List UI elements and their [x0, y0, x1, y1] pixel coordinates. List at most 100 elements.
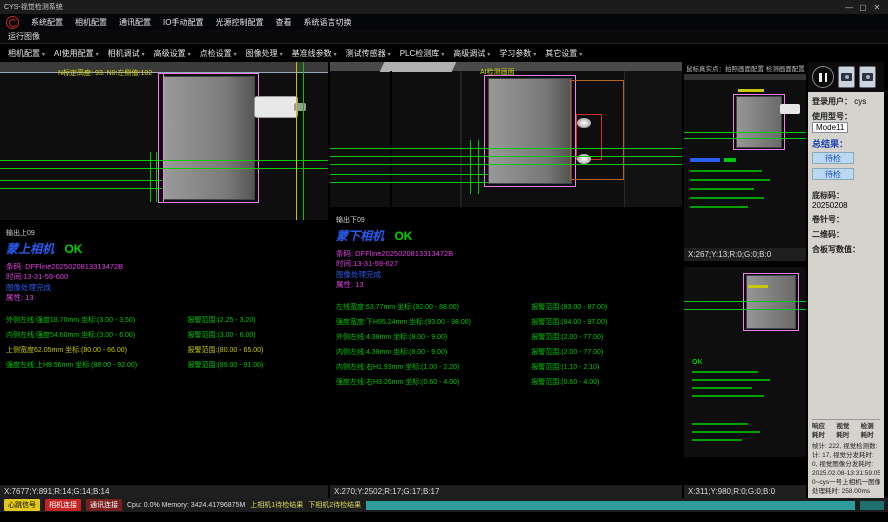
tool-camera-config[interactable]: 相机配置 [8, 48, 45, 59]
measurement-row: 上侧宽度62.05mm 坐标:(80.00 - 66.00) 报警范围:(80.… [6, 343, 322, 358]
maximize-button[interactable]: ▢ [856, 3, 870, 12]
status-bar: 心跳信号 相机连接 通讯连接 Cpu: 0.0% Memory: 3424.41… [0, 498, 888, 512]
thumbnail-column: 鼠标真实点：拍照画面配置 检测画面配置 X:267;Y:13;R:0;G:0;B… [684, 62, 808, 498]
green-measure-line [684, 301, 806, 302]
tool-other-settings[interactable]: 其它设置 [545, 48, 582, 59]
tool-ai-use-config[interactable]: AI使用配置 [54, 48, 99, 59]
board-write-label: 合板写数值： [812, 245, 860, 254]
tool-learn-params[interactable]: 学习参数 [499, 48, 536, 59]
coord-text: X:270;Y:2502;R:17;G:17;B:17 [334, 487, 439, 496]
thumbnail-view-2[interactable]: OK [684, 267, 806, 457]
tool-advanced-settings[interactable]: 高级设置 [154, 48, 191, 59]
capture-camera-button[interactable] [838, 66, 855, 88]
measurement-text: 内侧左线:右H1.93mm 坐标:(1.00 - 2.20) [336, 360, 531, 375]
tool-test-sensor[interactable]: 测试传感器 [346, 48, 391, 59]
measurement-text: 强度左线:上H9.56mm 坐标:(88.00 - 92.00) [6, 358, 188, 373]
green-microtext-line [690, 188, 754, 190]
lower-camera-info: 输出下09 蒙下相机 OK 条码: DFFline202502081331347… [330, 207, 682, 485]
right-overlay-text: AI检测画面 [480, 67, 515, 77]
green-microtext-line [690, 179, 770, 181]
tool-advanced-debug[interactable]: 高级调试 [453, 48, 490, 59]
stats-tab-response[interactable]: 响应耗时 [812, 422, 831, 440]
yellow-overlay-microtext [748, 285, 768, 288]
main-area: N标定高度: 93. N0:左侧值:102 输出上09 蒙上相机 OK 条码: … [0, 62, 888, 498]
lower-camera-view: AI检测画面 输出下09 蒙下相机 OK 条码: DFFline20250208… [330, 62, 684, 498]
measurement-row: 强度左线:右H3.26mm 坐标:(0.60 - 4.00) 报警范围:(0.6… [336, 375, 676, 390]
menu-bar: 系统配置 相机配置 通讯配置 IO手动配置 光源控制配置 查看 系统语言切换 [0, 14, 888, 30]
tool-baseline-params[interactable]: 基准线参数 [292, 48, 337, 59]
green-microtext-line [690, 206, 748, 208]
dark-structure [624, 71, 682, 207]
camera-icon [862, 73, 873, 81]
green-measure-line [684, 309, 806, 310]
bottom-code-field: 底标码： 20250208 [812, 190, 880, 210]
upper-camera-image[interactable]: N标定高度: 93. N0:左侧值:102 [0, 62, 328, 220]
qr-code-field: 二维码： [812, 229, 880, 240]
tool-camera-debug[interactable]: 相机调试 [108, 48, 145, 59]
menu-system-config[interactable]: 系统配置 [31, 17, 63, 28]
barcode-text: 条码: DFFline2025020813313472B [6, 262, 322, 272]
stats-tab-detect[interactable]: 检测耗时 [861, 422, 880, 440]
white-connector [254, 96, 298, 118]
menu-light-control-config[interactable]: 光源控制配置 [215, 17, 263, 28]
measurement-text: 强度左线:右H3.26mm 坐标:(0.60 - 4.00) [336, 375, 531, 390]
close-button[interactable]: ✕ [870, 3, 884, 12]
tool-spotcheck-settings[interactable]: 点检设置 [200, 48, 237, 59]
login-user-value: cys [854, 97, 866, 106]
mouse-point-header: 鼠标真实点：拍照画面配置 检测画面配置 [684, 62, 806, 74]
result-ok-text: OK [64, 242, 82, 256]
camera-result-line: 蒙上相机 OK [6, 240, 322, 258]
model-value-box[interactable]: Mode11 [812, 122, 848, 133]
menu-io-manual-config[interactable]: IO手动配置 [163, 17, 203, 28]
menu-language-switch[interactable]: 系统语言切换 [303, 17, 351, 28]
cpu-memory-text: Cpu: 0.0% Memory: 3424.41796875M [127, 502, 245, 509]
green-microtext-line [690, 197, 764, 199]
time-text: 时间:13-31-59-627 [336, 259, 676, 269]
login-user-label: 登录用户： [812, 97, 852, 106]
measurement-row: 内侧左线:4.38mm 坐标:(8.00 - 9.00) 报警范围:(2.00 … [336, 345, 676, 360]
green-measure-line [0, 188, 162, 189]
stats-panel: 响应耗时 视觉耗时 检测耗时 帧计: 222, 视觉检测数: 计: 17, 视觉… [812, 419, 880, 496]
alarm-range-text: 报警范围:(2.00 - 77.00) [531, 345, 676, 360]
tab-run-image[interactable]: 运行图像 [8, 31, 40, 42]
stats-tab-vision[interactable]: 视觉耗时 [836, 422, 855, 440]
minimize-button[interactable]: — [842, 3, 856, 12]
pin-number-field: 卷针号： [812, 214, 880, 225]
green-measure-line [684, 138, 806, 139]
lower-camera-image[interactable]: AI检测画面 [330, 62, 682, 207]
green-measure-line [0, 180, 162, 181]
green-measure-line [330, 156, 682, 157]
blue-title-microtext [690, 158, 720, 162]
lower-camera-coord-bar: X:270;Y:2502;R:17;G:17;B:17 [330, 485, 682, 498]
green-measure-line [330, 182, 488, 183]
heartbeat-badge: 心跳信号 [4, 499, 40, 511]
total-result-label: 总结果： [812, 137, 880, 150]
pink-roi-rect [743, 273, 799, 331]
upper-camera-status-text: 上相机1待检结果 [250, 500, 303, 510]
camera-icon [841, 73, 852, 81]
bottom-code-value: 20250208 [812, 201, 848, 210]
green-measure-line [330, 174, 488, 175]
attribute-text: 属性: 13 [6, 293, 322, 303]
shiny-part [577, 118, 591, 128]
yellow-overlay-microtext [738, 89, 764, 92]
stats-line: 处理耗时: 258.00ms [812, 487, 880, 496]
menu-camera-config[interactable]: 相机配置 [75, 17, 107, 28]
snapshot-camera-button[interactable] [859, 66, 876, 88]
alarm-range-text: 报警范围:(83.00 - 87.00) [531, 300, 676, 315]
menu-comm-config[interactable]: 通讯配置 [119, 17, 151, 28]
tool-plc-library[interactable]: PLC检测库 [400, 48, 445, 59]
right-panel: 登录用户： cys 使用型号： Mode11 总结果： 待检 待检 底标码： 2… [808, 62, 884, 498]
thumbnail-1-coord-bar: X:267;Y:13;R:0;G:0;B:0 [684, 248, 806, 261]
measurement-text: 上侧宽度62.05mm 坐标:(80.00 - 66.00) [6, 343, 188, 358]
tab-row: 运行图像 [0, 30, 888, 44]
pin-number-label: 卷针号： [812, 215, 844, 224]
yellow-ref-vline [296, 62, 297, 220]
output-tag: 输出上09 [6, 228, 322, 238]
result-box-upper: 待检 [812, 152, 854, 164]
pause-button[interactable] [812, 66, 834, 88]
thumbnail-view-1[interactable] [684, 74, 806, 248]
menu-view[interactable]: 查看 [275, 17, 291, 28]
bottom-code-label: 底标码： [812, 191, 844, 200]
tool-image-process[interactable]: 图像处理 [246, 48, 283, 59]
